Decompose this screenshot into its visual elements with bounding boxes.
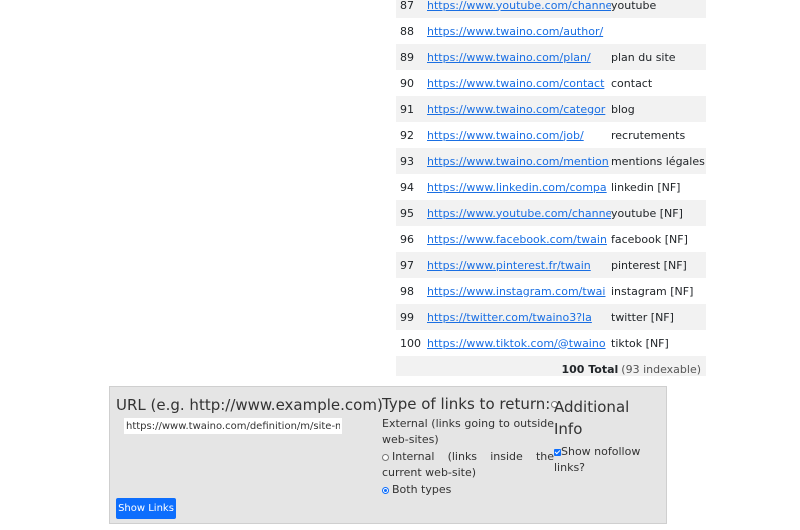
internal-radio[interactable]: [382, 453, 389, 461]
row-number: 94: [400, 180, 414, 194]
row-url-link[interactable]: https://www.youtube.com/channe: [427, 207, 611, 220]
row-anchor-text: recrutements: [611, 128, 686, 142]
row-number: 93: [400, 154, 414, 168]
show-links-button[interactable]: Show Links: [116, 498, 176, 519]
table-row: 99 https://twitter.com/twaino3?la twitter …: [396, 304, 706, 330]
link-form: URL (e.g. http://www.example.com) Show L…: [109, 386, 667, 524]
additional-info-title: Additional Info: [554, 398, 630, 438]
row-url-link[interactable]: https://www.twaino.com/mention: [427, 155, 611, 168]
table-row: 91 https://www.twaino.com/categor blog: [396, 96, 706, 122]
row-anchor-text: youtube: [611, 0, 657, 12]
total-count: 100 Total: [561, 362, 619, 376]
table-row: 96 https://www.facebook.com/twain facebook…: [396, 226, 706, 252]
row-url-link[interactable]: https://www.youtube.com/channe: [427, 0, 611, 12]
table-row: 90 https://www.twaino.com/contact contact: [396, 70, 706, 96]
row-number: 87: [400, 0, 414, 12]
nofollow-label: Show nofollow links?: [554, 445, 641, 474]
external-label: External (links going to outside web-sit…: [382, 417, 554, 446]
both-radio[interactable]: [382, 486, 389, 494]
row-number: 92: [400, 128, 414, 142]
external-option[interactable]: External (links going to outside web-sit…: [382, 416, 554, 448]
row-number: 100: [400, 336, 421, 350]
row-anchor-text: tiktok [NF]: [611, 336, 669, 350]
link-type-group: Type of links to return: External (links…: [382, 395, 559, 499]
internal-label: Internal (links inside the current web-s…: [382, 450, 554, 479]
row-number: 90: [400, 76, 414, 90]
both-label: Both types: [392, 483, 452, 496]
table-row: 89 https://www.twaino.com/plan/plan du si…: [396, 44, 706, 70]
row-anchor-text: youtube [NF]: [611, 206, 683, 220]
row-number: 89: [400, 50, 414, 64]
row-url-link[interactable]: https://www.facebook.com/twain: [427, 233, 611, 246]
both-option[interactable]: Both types: [382, 482, 554, 498]
table-row: 100 https://www.tiktok.com/@twaino tiktok …: [396, 330, 706, 356]
row-url-link[interactable]: https://www.twaino.com/job/: [427, 129, 611, 142]
row-anchor-text: plan du site: [611, 50, 676, 64]
results-table: 87 https://www.youtube.com/channe youtube 8…: [396, 0, 706, 376]
row-number: 95: [400, 206, 414, 220]
row-anchor-text: blog: [611, 102, 635, 116]
row-number: 96: [400, 232, 414, 246]
row-number: 99: [400, 310, 414, 324]
row-number: 91: [400, 102, 414, 116]
row-url-link[interactable]: https://www.twaino.com/categor: [427, 103, 611, 116]
internal-option[interactable]: Internal (links inside the current web-s…: [382, 449, 554, 481]
row-url-link[interactable]: https://www.pinterest.fr/twain: [427, 259, 611, 272]
link-type-title: Type of links to return:: [382, 395, 559, 413]
row-anchor-text: pinterest [NF]: [611, 258, 687, 272]
indexable-count: (93 indexable): [621, 362, 701, 376]
url-input[interactable]: [124, 418, 342, 434]
nofollow-option[interactable]: Show nofollow links?: [554, 444, 662, 476]
row-anchor-text: mentions légales: [611, 154, 705, 168]
row-anchor-text: contact: [611, 76, 653, 90]
row-url-link[interactable]: https://www.twaino.com/contact: [427, 77, 611, 90]
table-row: 92 https://www.twaino.com/job/recrutement…: [396, 122, 706, 148]
url-label: URL (e.g. http://www.example.com): [116, 396, 383, 414]
row-number: 97: [400, 258, 414, 272]
table-row: 87 https://www.youtube.com/channe youtube: [396, 0, 706, 18]
table-row: 88 https://www.twaino.com/author/: [396, 18, 706, 44]
row-url-link[interactable]: https://www.twaino.com/plan/: [427, 51, 611, 64]
row-number: 88: [400, 24, 414, 38]
nofollow-checkbox[interactable]: [554, 448, 561, 456]
total-row: 100 Total (93 indexable): [396, 356, 706, 376]
row-url-link[interactable]: https://www.tiktok.com/@twaino: [427, 337, 611, 350]
additional-info: Additional Info Show nofollow links?: [554, 396, 662, 476]
table-row: 97 https://www.pinterest.fr/twain pinteres…: [396, 252, 706, 278]
row-url-link[interactable]: https://www.linkedin.com/compa: [427, 181, 611, 194]
table-row: 93 https://www.twaino.com/mention mentions…: [396, 148, 706, 174]
row-url-link[interactable]: https://twitter.com/twaino3?la: [427, 311, 611, 324]
table-row: 95 https://www.youtube.com/channe youtube …: [396, 200, 706, 226]
row-number: 98: [400, 284, 414, 298]
table-row: 94 https://www.linkedin.com/compa linkedin…: [396, 174, 706, 200]
row-anchor-text: twitter [NF]: [611, 310, 674, 324]
row-anchor-text: instagram [NF]: [611, 284, 694, 298]
row-url-link[interactable]: https://www.twaino.com/author/: [427, 25, 611, 38]
row-anchor-text: linkedin [NF]: [611, 180, 681, 194]
row-url-link[interactable]: https://www.instagram.com/twai: [427, 285, 611, 298]
row-anchor-text: facebook [NF]: [611, 232, 688, 246]
table-row: 98 https://www.instagram.com/twai instagra…: [396, 278, 706, 304]
results-rows: 87 https://www.youtube.com/channe youtube 8…: [396, 0, 706, 356]
